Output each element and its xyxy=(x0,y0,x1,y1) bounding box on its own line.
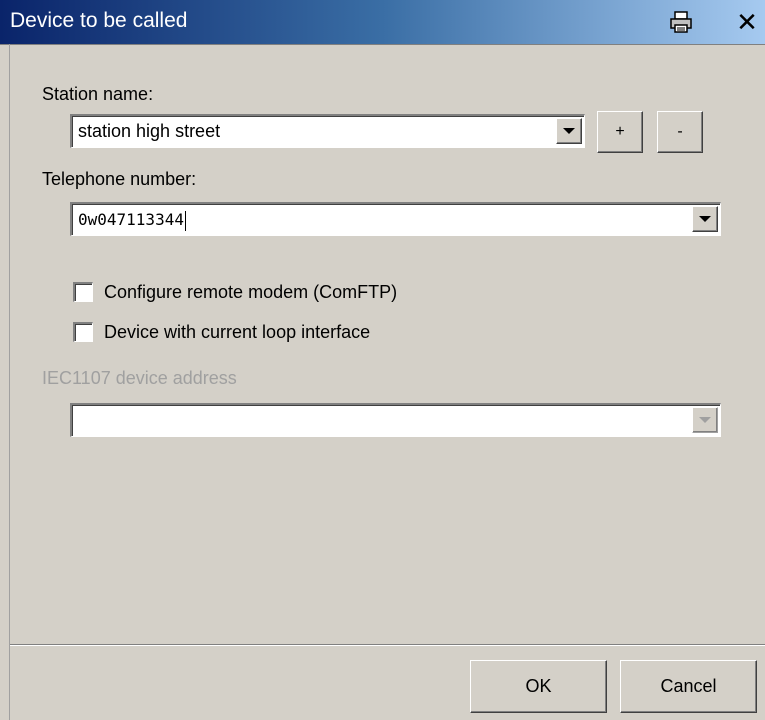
chevron-down-icon xyxy=(563,128,575,134)
iec-device-address-combobox xyxy=(70,403,721,437)
add-station-button[interactable]: + xyxy=(597,111,643,153)
text-cursor xyxy=(184,210,186,231)
cancel-button[interactable]: Cancel xyxy=(620,660,757,713)
chevron-down-icon xyxy=(699,417,711,423)
telephone-number-combobox[interactable]: 0w047113344 xyxy=(70,202,721,236)
iec-dropdown-button xyxy=(692,407,718,433)
current-loop-checkbox-row[interactable]: Device with current loop interface xyxy=(73,321,370,343)
iec-device-address-label: IEC1107 device address xyxy=(42,368,237,388)
station-name-label: Station name: xyxy=(42,84,154,104)
chevron-down-icon xyxy=(699,216,711,222)
telephone-number-value: 0w047113344 xyxy=(78,210,186,231)
ok-button[interactable]: OK xyxy=(470,660,607,713)
remove-station-button[interactable]: - xyxy=(657,111,703,153)
cancel-label: Cancel xyxy=(660,676,717,696)
add-station-label: + xyxy=(615,123,625,140)
current-loop-label: Device with current loop interface xyxy=(104,322,371,342)
telephone-number-label: Telephone number: xyxy=(42,169,197,189)
ok-label: OK xyxy=(525,676,552,696)
station-name-value: station high street xyxy=(78,121,221,141)
configure-remote-modem-checkbox[interactable] xyxy=(73,282,93,302)
dialog-left-border xyxy=(9,44,10,720)
configure-remote-modem-label: Configure remote modem (ComFTP) xyxy=(104,282,398,302)
configure-remote-modem-checkbox-row[interactable]: Configure remote modem (ComFTP) xyxy=(73,281,397,303)
remove-station-label: - xyxy=(677,123,683,140)
title-bar: Device to be called ✕ xyxy=(0,0,765,45)
current-loop-checkbox[interactable] xyxy=(73,322,93,342)
close-icon: ✕ xyxy=(736,7,758,37)
telephone-dropdown-button[interactable] xyxy=(692,206,718,232)
footer-separator xyxy=(10,644,765,646)
station-dropdown-button[interactable] xyxy=(556,118,582,144)
printer-icon xyxy=(670,11,692,33)
window-title: Device to be called xyxy=(10,9,188,32)
station-name-combobox[interactable]: station high street xyxy=(70,114,585,148)
print-button[interactable] xyxy=(666,9,696,35)
close-button[interactable]: ✕ xyxy=(732,9,762,35)
